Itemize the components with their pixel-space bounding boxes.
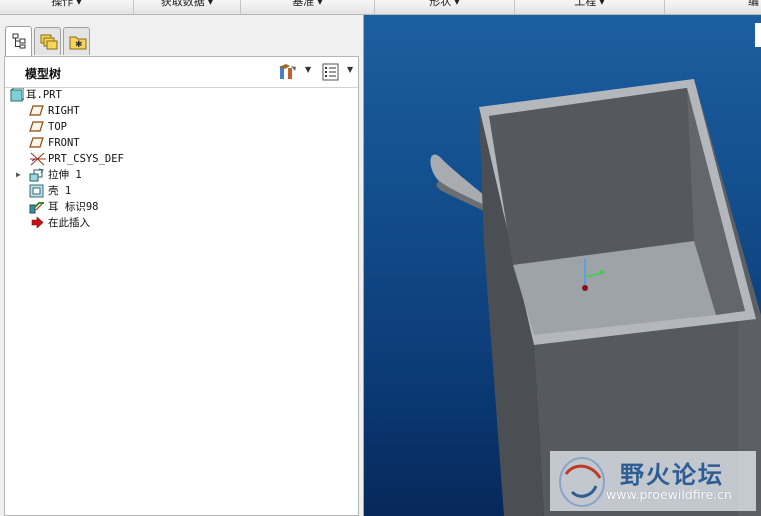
- insert-here-arrow-icon: [31, 216, 44, 229]
- model-tree-header: 模型树 ▼ ▼: [5, 57, 358, 88]
- tree-item-label: 耳.PRT: [26, 89, 62, 101]
- tree-item-part[interactable]: 耳.PRT: [5, 87, 358, 103]
- part-icon: [10, 88, 24, 102]
- tree-item-right-plane[interactable]: RIGHT: [5, 103, 358, 119]
- tree-item-label: TOP: [48, 121, 67, 133]
- ribbon-group-label: 基准: [292, 0, 315, 8]
- navigator-panel: ✱ 模型树 ▼ ▼ 耳.PRT RIGHT TOP FRONT PRT_CSYS…: [0, 15, 364, 516]
- tree-item-extrude[interactable]: ▶ 拉伸 1: [5, 167, 358, 183]
- chevron-down-icon: ▼: [207, 0, 214, 6]
- ribbon-group-datum[interactable]: 基准 ▼: [241, 0, 375, 14]
- tree-item-label: 拉伸 1: [48, 169, 82, 181]
- chevron-down-icon: ▼: [317, 0, 323, 6]
- tree-item-label: 耳 标识98: [48, 201, 99, 213]
- datum-plane-icon: [29, 105, 44, 116]
- ribbon-group-get-data[interactable]: 获取数据 ▼: [134, 0, 241, 14]
- ribbon-group-shapes[interactable]: 形状 ▼: [375, 0, 515, 14]
- model-tree-tab-icon: [12, 33, 26, 49]
- tab-model-tree[interactable]: [5, 26, 32, 56]
- tree-item-shell[interactable]: 壳 1: [5, 183, 358, 199]
- tab-folder-browser[interactable]: ✱: [63, 27, 90, 55]
- tree-item-ear[interactable]: 耳 标识98: [5, 199, 358, 215]
- forum-watermark: 野火论坛 www.proewildfire.cn: [550, 451, 756, 511]
- tree-item-front-plane[interactable]: FRONT: [5, 135, 358, 151]
- folder-tab-icon: ✱: [69, 36, 87, 50]
- datum-plane-icon: [29, 121, 44, 132]
- expand-arrow-icon[interactable]: ▶: [16, 167, 21, 183]
- tree-item-insert-here[interactable]: 在此插入: [5, 215, 358, 231]
- ribbon-group-operations[interactable]: 操作 ▼: [0, 0, 134, 14]
- ribbon-group-label: 形状: [429, 0, 452, 8]
- tab-layers[interactable]: [34, 27, 61, 55]
- ribbon-bar: 操作 ▼ 获取数据 ▼ 基准 ▼ 形状 ▼ 工程 ▼ 编: [0, 0, 761, 15]
- tree-settings-icon[interactable]: [277, 63, 299, 81]
- tree-item-label: FRONT: [48, 137, 80, 149]
- chevron-down-icon[interactable]: ▼: [305, 65, 311, 74]
- chevron-down-icon: ▼: [599, 0, 605, 6]
- chevron-down-icon: ▼: [454, 0, 460, 6]
- viewport-edge-tab: [755, 23, 761, 47]
- datum-plane-icon: [29, 137, 44, 148]
- ribbon-group-label: 工程: [574, 0, 597, 8]
- tree-item-label: 壳 1: [48, 185, 72, 197]
- extrude-icon: [29, 168, 44, 182]
- watermark-url: www.proewildfire.cn: [606, 487, 732, 502]
- tree-item-top-plane[interactable]: TOP: [5, 119, 358, 135]
- tree-item-label: RIGHT: [48, 105, 80, 117]
- watermark-title: 野火论坛: [620, 461, 724, 489]
- tree-item-label: 在此插入: [48, 217, 90, 229]
- ribbon-group-label: 编: [748, 0, 759, 8]
- ribbon-group-engineering[interactable]: 工程 ▼: [515, 0, 665, 14]
- ribbon-group-label: 操作: [51, 0, 74, 8]
- svg-text:✱: ✱: [75, 40, 83, 50]
- shell-icon: [29, 184, 44, 198]
- ear-feature-icon: [29, 202, 44, 214]
- graphics-viewport[interactable]: 野火论坛 www.proewildfire.cn: [364, 15, 761, 516]
- part-model-render: [430, 79, 761, 516]
- tree-item-csys[interactable]: PRT_CSYS_DEF: [5, 151, 358, 167]
- tree-columns-icon[interactable]: [322, 63, 340, 81]
- tree-item-label: PRT_CSYS_DEF: [48, 153, 124, 165]
- ribbon-group-edit[interactable]: 编: [665, 0, 761, 14]
- layers-tab-icon: [40, 34, 58, 50]
- csys-icon: [30, 152, 46, 166]
- model-tree-panel: 模型树 ▼ ▼ 耳.PRT RIGHT TOP FRONT PRT_CSYS_D…: [4, 56, 359, 516]
- model-tree-title: 模型树: [25, 67, 62, 81]
- chevron-down-icon: ▼: [76, 0, 82, 6]
- ribbon-group-label: 获取数据: [160, 0, 205, 8]
- chevron-down-icon[interactable]: ▼: [347, 65, 353, 74]
